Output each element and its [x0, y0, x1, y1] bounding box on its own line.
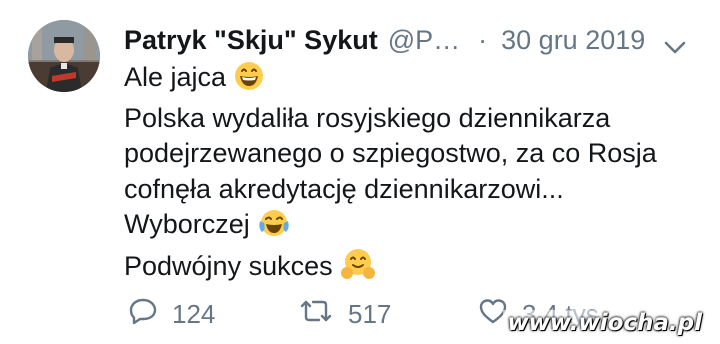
retweet-icon[interactable] [298, 297, 334, 332]
tweet-line: Ale jajca [124, 60, 657, 101]
chevron-down-icon[interactable] [664, 31, 686, 62]
tweet-line: podejrzewanego o szpiegostwo, za co Rosj… [124, 138, 657, 168]
tweet-line: Polska wydaliła rosyjskiego dziennikarza [124, 102, 611, 133]
reply-icon[interactable] [128, 297, 158, 332]
retweet-button[interactable]: 517 [298, 297, 478, 332]
tears-of-joy-emoji [258, 208, 290, 248]
reply-count: 124 [172, 298, 216, 329]
tweet-line: Wyborczej [124, 207, 657, 248]
reply-button[interactable]: 124 [128, 297, 298, 332]
author-handle[interactable]: @P… [388, 25, 460, 56]
hugging-face-emoji [340, 248, 375, 290]
tweet-text: Ale jajca Polska wydaliła rosyjskiego dz… [124, 60, 657, 289]
tweet-header: Patryk "Skju" Sykut @P… · 30 gru 2019 [124, 22, 704, 58]
tweet-card[interactable]: Patryk "Skju" Sykut @P… · 30 gru 2019 Al… [0, 0, 720, 344]
avatar[interactable] [28, 20, 100, 92]
tweet-line: Podwójny sukces [124, 248, 657, 290]
separator-dot: · [478, 24, 488, 55]
retweet-count: 517 [348, 298, 392, 329]
grinning-face-emoji [234, 61, 264, 101]
tweet-line: cofnęła akredytację dziennikarzowi... [124, 173, 564, 204]
tweet-date[interactable]: 30 gru 2019 [501, 25, 645, 56]
watermark: www.wiocha.pl [503, 310, 706, 336]
author-name[interactable]: Patryk "Skju" Sykut [124, 25, 378, 56]
